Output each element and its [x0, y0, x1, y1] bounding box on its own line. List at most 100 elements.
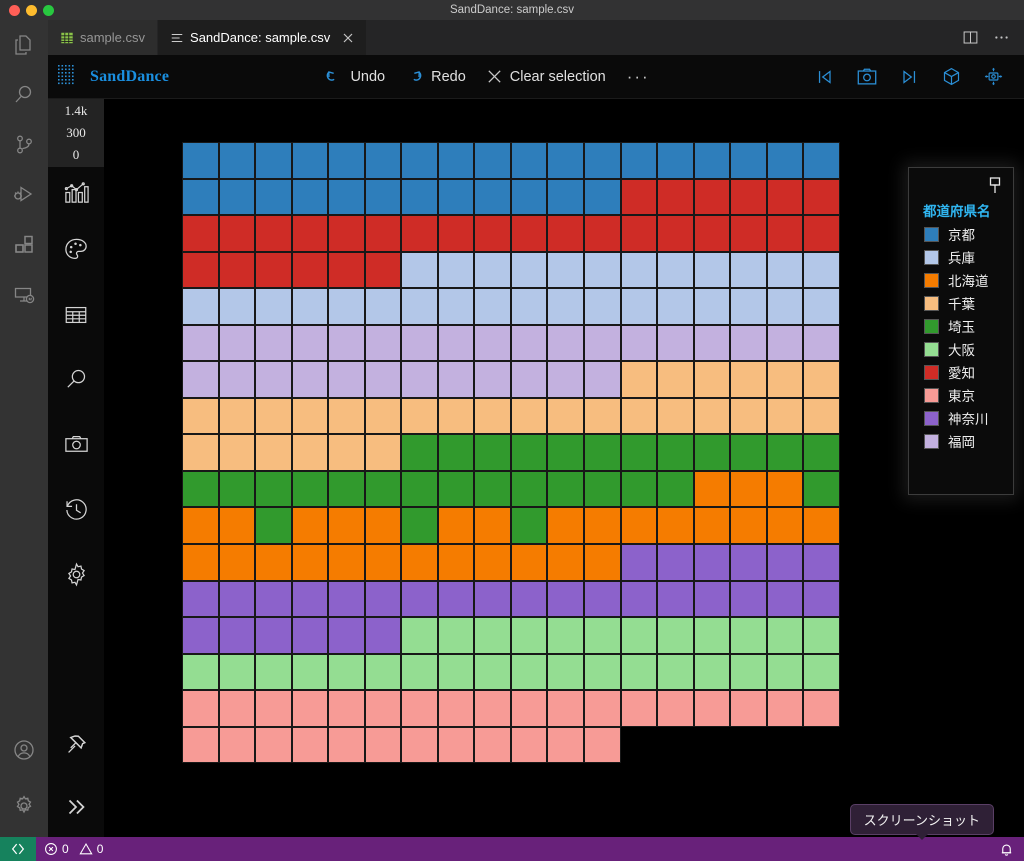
- unit-cell[interactable]: [584, 580, 621, 618]
- unit-cell[interactable]: [328, 251, 365, 289]
- unit-cell[interactable]: [510, 178, 548, 216]
- unit-cell[interactable]: [401, 397, 438, 435]
- unit-cell[interactable]: [803, 288, 840, 325]
- unit-cell[interactable]: [255, 324, 292, 362]
- unit-cell[interactable]: [474, 251, 511, 289]
- unit-cell[interactable]: [474, 726, 511, 764]
- unit-cell[interactable]: [474, 470, 511, 508]
- unit-cell[interactable]: [291, 288, 329, 325]
- unit-cell[interactable]: [255, 397, 292, 435]
- legend-entry[interactable]: 神奈川: [924, 408, 1013, 428]
- unit-cell[interactable]: [693, 324, 731, 362]
- unit-cell[interactable]: [657, 690, 694, 727]
- unit-cell[interactable]: [291, 324, 329, 362]
- unit-cell[interactable]: [182, 507, 219, 545]
- unit-cell[interactable]: [364, 470, 402, 508]
- unit-cell[interactable]: [730, 361, 767, 398]
- color-palette-icon[interactable]: [48, 217, 104, 282]
- unit-cell[interactable]: [328, 617, 365, 654]
- unit-cell[interactable]: [291, 178, 329, 216]
- unit-cell[interactable]: [657, 142, 694, 179]
- unit-cell[interactable]: [803, 142, 840, 179]
- unit-cell[interactable]: [584, 470, 621, 508]
- unit-cell[interactable]: [401, 544, 438, 581]
- unit-cell[interactable]: [547, 544, 585, 581]
- legend-entry[interactable]: 千葉: [924, 293, 1013, 313]
- unit-cell[interactable]: [766, 215, 804, 252]
- unit-cell[interactable]: [620, 434, 658, 471]
- unit-cell[interactable]: [255, 507, 292, 545]
- unit-cell[interactable]: [693, 653, 731, 691]
- unit-cell[interactable]: [401, 434, 438, 471]
- unit-cell[interactable]: [657, 324, 694, 362]
- unit-cell[interactable]: [401, 617, 438, 654]
- unit-cell[interactable]: [218, 178, 256, 216]
- unit-cell[interactable]: [218, 580, 256, 618]
- unit-cell[interactable]: [328, 215, 365, 252]
- unit-cell[interactable]: [693, 361, 731, 398]
- unit-cell[interactable]: [547, 726, 585, 764]
- unit-cell[interactable]: [474, 397, 511, 435]
- unit-cell[interactable]: [437, 251, 475, 289]
- unit-cell[interactable]: [730, 507, 767, 545]
- unit-cell[interactable]: [182, 653, 219, 691]
- unit-cell[interactable]: [291, 470, 329, 508]
- unit-cell[interactable]: [620, 251, 658, 289]
- unit-cell[interactable]: [401, 324, 438, 362]
- unit-cell[interactable]: [218, 288, 256, 325]
- unit-cell[interactable]: [328, 142, 365, 179]
- unit-cell[interactable]: [218, 653, 256, 691]
- unit-cell[interactable]: [620, 178, 658, 216]
- unit-cell[interactable]: [620, 142, 658, 179]
- unit-cell[interactable]: [584, 324, 621, 362]
- unit-cell[interactable]: [474, 361, 511, 398]
- unit-cell[interactable]: [657, 434, 694, 471]
- unit-cell[interactable]: [291, 361, 329, 398]
- unit-cell[interactable]: [182, 324, 219, 362]
- unit-cell[interactable]: [730, 653, 767, 691]
- camera-snapshot-icon[interactable]: [848, 60, 886, 94]
- unit-cell[interactable]: [328, 361, 365, 398]
- unit-cell[interactable]: [510, 690, 548, 727]
- unit-cell[interactable]: [182, 726, 219, 764]
- unit-cell[interactable]: [218, 215, 256, 252]
- unit-cell[interactable]: [401, 470, 438, 508]
- unit-cell[interactable]: [693, 251, 731, 289]
- unit-cell[interactable]: [364, 434, 402, 471]
- unit-cell[interactable]: [182, 617, 219, 654]
- unit-cell[interactable]: [182, 361, 219, 398]
- unit-cell[interactable]: [730, 544, 767, 581]
- unit-cell[interactable]: [474, 215, 511, 252]
- unit-cell[interactable]: [437, 397, 475, 435]
- unit-cell[interactable]: [766, 288, 804, 325]
- unit-cell[interactable]: [218, 726, 256, 764]
- unit-cell[interactable]: [218, 251, 256, 289]
- unit-cell[interactable]: [693, 397, 731, 435]
- unit-cell[interactable]: [328, 178, 365, 216]
- unit-cell[interactable]: [255, 178, 292, 216]
- unit-cell[interactable]: [474, 653, 511, 691]
- unit-cell[interactable]: [255, 617, 292, 654]
- unit-cell[interactable]: [510, 324, 548, 362]
- unit-cell[interactable]: [437, 288, 475, 325]
- unit-cell[interactable]: [620, 470, 658, 508]
- unit-cell[interactable]: [255, 361, 292, 398]
- unit-cell[interactable]: [364, 544, 402, 581]
- unit-cell[interactable]: [401, 507, 438, 545]
- unit-cell[interactable]: [584, 288, 621, 325]
- unit-cell[interactable]: [291, 142, 329, 179]
- unit-cell[interactable]: [766, 617, 804, 654]
- unit-cell[interactable]: [766, 580, 804, 618]
- unit-cell[interactable]: [730, 178, 767, 216]
- notifications-bell-icon[interactable]: [999, 842, 1014, 857]
- unit-cell[interactable]: [584, 361, 621, 398]
- unit-cell[interactable]: [474, 544, 511, 581]
- history-icon[interactable]: [48, 477, 104, 542]
- unit-cell[interactable]: [255, 470, 292, 508]
- unit-cell[interactable]: [766, 434, 804, 471]
- unit-cell[interactable]: [766, 361, 804, 398]
- unit-cell[interactable]: [510, 215, 548, 252]
- unit-cell[interactable]: [510, 470, 548, 508]
- unit-cell[interactable]: [657, 470, 694, 508]
- unit-cell[interactable]: [584, 544, 621, 581]
